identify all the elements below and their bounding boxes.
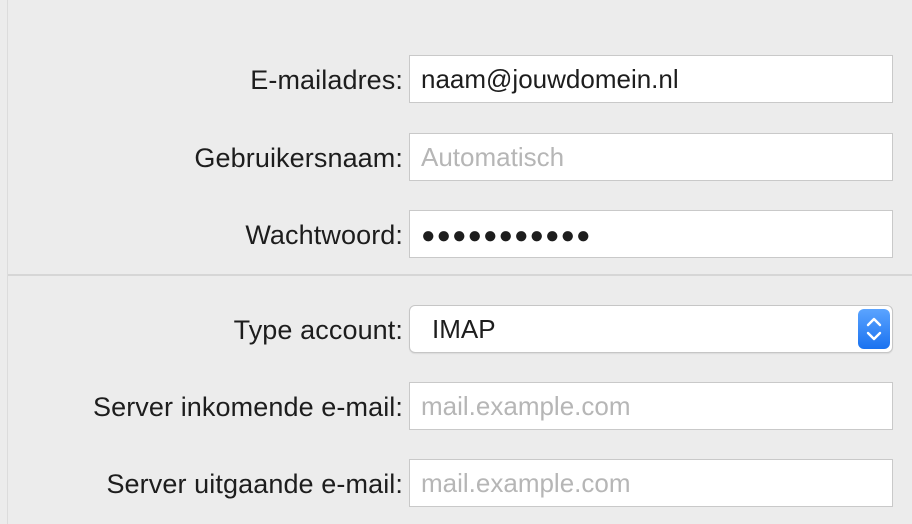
section-divider (8, 274, 912, 276)
email-field[interactable]: naam@jouwdomein.nl (409, 55, 893, 103)
account-type-value: IMAP (432, 314, 496, 344)
username-label: Gebruikersnaam: (194, 143, 403, 173)
username-row: Gebruikersnaam: Automatisch (8, 133, 912, 183)
email-label: E-mailadres: (250, 65, 403, 95)
incoming-server-label: Server inkomende e-mail: (92, 392, 403, 422)
password-row: Wachtwoord: ●●●●●●●●●●● (8, 210, 912, 260)
outgoing-server-row: Server uitgaande e-mail: mail.example.co… (8, 459, 912, 509)
password-label: Wachtwoord: (245, 220, 403, 250)
password-mask: ●●●●●●●●●●● (421, 222, 592, 249)
username-field[interactable]: Automatisch (409, 133, 893, 181)
account-type-row: Type account: IMAP (8, 305, 912, 355)
outgoing-server-label: Server uitgaande e-mail: (106, 469, 403, 499)
incoming-server-row: Server inkomende e-mail: mail.example.co… (8, 382, 912, 432)
up-down-chevron-icon[interactable] (858, 309, 890, 349)
account-type-select[interactable]: IMAP (409, 305, 893, 353)
incoming-server-field[interactable]: mail.example.com (409, 382, 893, 430)
account-setup-form: E-mailadres: naam@jouwdomein.nl Gebruike… (7, 0, 912, 524)
password-field[interactable]: ●●●●●●●●●●● (409, 210, 893, 258)
email-row: E-mailadres: naam@jouwdomein.nl (8, 55, 912, 105)
outgoing-server-field[interactable]: mail.example.com (409, 459, 893, 507)
account-type-label: Type account: (233, 315, 403, 345)
